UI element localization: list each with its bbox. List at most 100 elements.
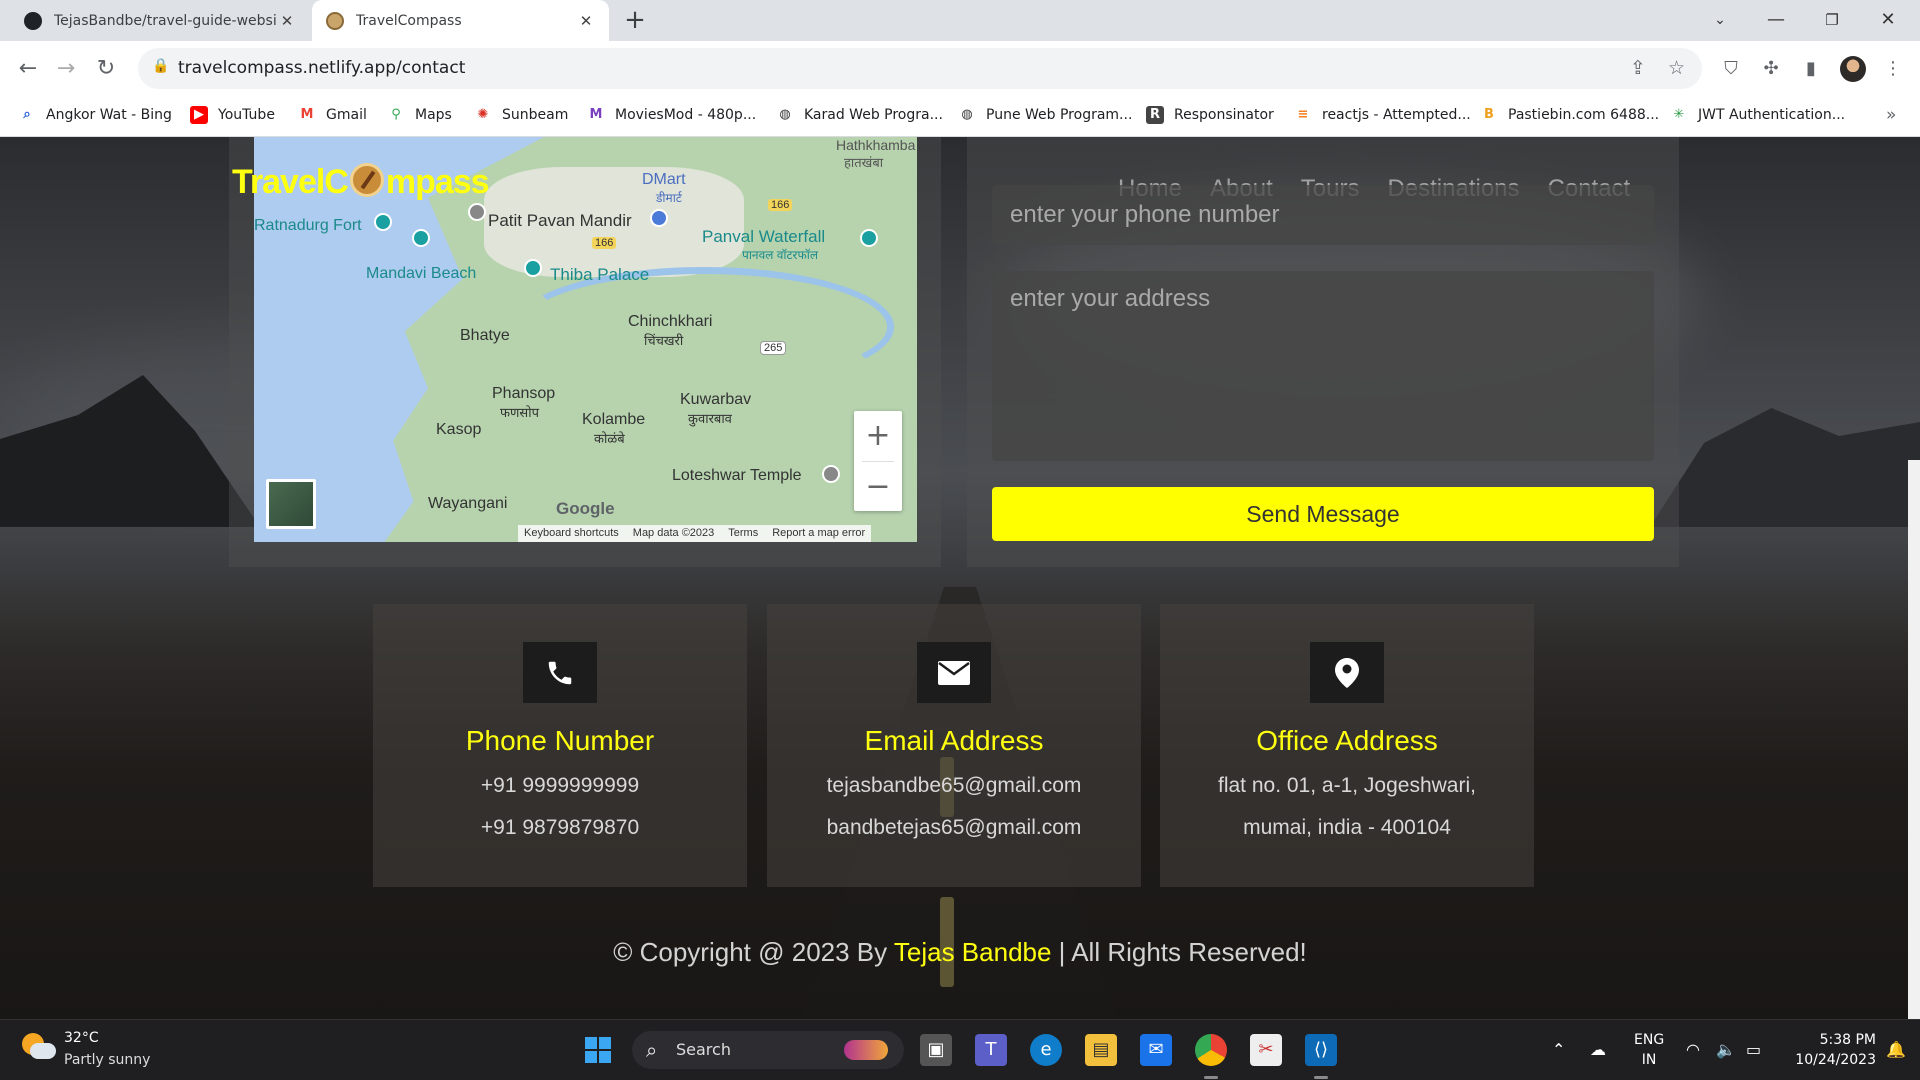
send-message-button[interactable]: Send Message: [992, 487, 1654, 541]
close-window-button[interactable]: ✕: [1860, 0, 1916, 41]
address-info-card: Office Address flat no. 01, a-1, Jogeshw…: [1160, 604, 1534, 887]
card-title: Phone Number: [465, 725, 655, 756]
wifi-icon[interactable]: ◠: [1686, 1040, 1700, 1059]
bookmark-item[interactable]: ≡ reactjs - Attempted...: [1294, 106, 1471, 124]
map-label: Wayangani: [428, 495, 508, 512]
lock-icon[interactable]: 🔒: [152, 58, 169, 78]
profile-avatar[interactable]: [1840, 56, 1866, 82]
active-app-indicator: [1204, 1076, 1218, 1079]
bing-search-icon: ⌕: [23, 107, 31, 122]
email-info-card: Email Address tejasbandbe65@gmail.com ba…: [767, 604, 1141, 887]
side-panel-icon[interactable]: ▮: [1798, 56, 1824, 82]
satellite-layer-toggle[interactable]: [266, 479, 316, 529]
bookmark-item[interactable]: ◍ Karad Web Progra...: [776, 106, 943, 124]
file-explorer-icon[interactable]: ▤: [1085, 1034, 1117, 1066]
map-pin-icon[interactable]: [650, 209, 668, 227]
youtube-icon: ▶: [190, 106, 208, 124]
clock[interactable]: 5:38 PM 10/24/2023: [1786, 1030, 1876, 1070]
bookmark-item[interactable]: R Responsinator: [1146, 106, 1274, 124]
envelope-icon: [917, 642, 991, 703]
close-tab-icon[interactable]: ✕: [278, 12, 296, 30]
more-bookmarks-icon[interactable]: »: [1886, 105, 1896, 125]
bookmark-item[interactable]: B Pastiebin.com 6488...: [1480, 106, 1659, 124]
map-pin-icon[interactable]: [468, 203, 486, 221]
map-label: हातखंबा: [844, 155, 884, 170]
active-app-indicator: [1314, 1076, 1328, 1079]
keyboard-shortcuts-link[interactable]: Keyboard shortcuts: [524, 525, 619, 542]
bookmark-item[interactable]: ✳ JWT Authentication...: [1670, 106, 1846, 124]
road-shield-label: 265: [760, 341, 787, 355]
back-arrow-icon[interactable]: ←: [12, 53, 44, 85]
map-pin-icon[interactable]: [822, 465, 840, 483]
gmail-icon: M: [300, 107, 314, 122]
address-line: flat no. 01, a-1, Jogeshwari,: [1218, 774, 1476, 797]
tab-github[interactable]: TejasBandbe/travel-guide-websi ✕: [10, 0, 310, 41]
bookmark-item[interactable]: ⚲ Maps: [387, 106, 452, 124]
report-map-error-link[interactable]: Report a map error: [772, 525, 865, 542]
zoom-in-button[interactable]: +: [854, 411, 902, 461]
language-indicator[interactable]: ENG IN: [1634, 1030, 1664, 1070]
map-pin-icon[interactable]: [524, 259, 542, 277]
weather-condition[interactable]: Partly sunny: [64, 1052, 150, 1068]
bookmark-item[interactable]: M Gmail: [298, 106, 367, 124]
phone-field[interactable]: [992, 185, 1654, 245]
edge-icon[interactable]: e: [1030, 1034, 1062, 1066]
teams-icon[interactable]: T: [975, 1034, 1007, 1066]
restore-button[interactable]: ❐: [1804, 0, 1860, 41]
notification-bell-icon[interactable]: 🔔: [1886, 1040, 1906, 1059]
bookmark-item[interactable]: ▶ YouTube: [190, 106, 275, 124]
weather-temp[interactable]: 32°C: [64, 1030, 99, 1046]
zoom-out-button[interactable]: −: [854, 462, 902, 512]
reload-icon[interactable]: ↻: [90, 53, 122, 85]
tab-travelcompass[interactable]: TravelCompass ✕: [312, 0, 609, 41]
map-label: Mandavi Beach: [366, 265, 477, 282]
card-title: Office Address: [1256, 725, 1438, 756]
google-logo: Google: [556, 499, 615, 518]
extensions-puzzle-icon[interactable]: ✣: [1758, 56, 1784, 82]
onedrive-icon[interactable]: ☁: [1590, 1040, 1606, 1059]
task-view-icon[interactable]: ▣: [920, 1034, 952, 1066]
weather-partly-sunny-icon[interactable]: [22, 1033, 56, 1063]
footer-copyright: © Copyright @ 2023 By Tejas Bandbe | All…: [613, 937, 1307, 967]
author-link[interactable]: Tejas Bandbe: [894, 937, 1052, 967]
battery-icon[interactable]: ▭: [1746, 1040, 1761, 1059]
bookmark-item[interactable]: ⌕ Angkor Wat - Bing: [18, 106, 172, 124]
globe-icon: ◍: [961, 107, 973, 122]
phone-info-card: Phone Number +91 9999999999 +91 98798798…: [373, 604, 747, 887]
forward-arrow-icon[interactable]: →: [50, 53, 82, 85]
terms-link[interactable]: Terms: [728, 525, 758, 542]
map-pin-icon[interactable]: [860, 229, 878, 247]
taskbar-search[interactable]: ⌕ Search: [632, 1031, 904, 1069]
site-logo[interactable]: TravelC mpass: [232, 163, 490, 202]
chevron-up-icon[interactable]: ⌃: [1552, 1040, 1565, 1059]
bookmark-item[interactable]: M MoviesMod - 480p...: [587, 106, 757, 124]
mail-icon[interactable]: ✉: [1140, 1034, 1172, 1066]
road-shield-label: 166: [592, 237, 617, 249]
address-bar[interactable]: 🔒 travelcompass.netlify.app/contact ⇪ ☆: [138, 48, 1702, 89]
map-attribution: Keyboard shortcuts Map data ©2023 Terms …: [518, 525, 872, 542]
share-icon[interactable]: ⇪: [1630, 57, 1646, 79]
snipping-tool-icon[interactable]: ✂: [1250, 1034, 1282, 1066]
close-tab-icon[interactable]: ✕: [577, 12, 595, 30]
new-tab-button[interactable]: +: [620, 6, 650, 36]
url-text[interactable]: travelcompass.netlify.app/contact: [178, 58, 465, 78]
bookmark-item[interactable]: ✺ Sunbeam: [474, 106, 569, 124]
bookmark-star-icon[interactable]: ☆: [1668, 57, 1685, 79]
bookmark-item[interactable]: ◍ Pune Web Program...: [958, 106, 1132, 124]
globe-icon: ◍: [779, 107, 791, 122]
map-label: फणसोप: [500, 405, 539, 420]
shield-extension-icon[interactable]: ⛉: [1718, 56, 1744, 82]
menu-kebab-icon[interactable]: ⋮: [1880, 56, 1906, 82]
minimize-button[interactable]: —: [1748, 0, 1804, 41]
start-button[interactable]: [582, 1034, 614, 1066]
vscode-icon[interactable]: ⟨⟩: [1305, 1034, 1337, 1066]
volume-icon[interactable]: 🔈: [1716, 1040, 1736, 1059]
page-scrollbar[interactable]: [1908, 460, 1920, 1019]
compass-favicon-icon: [326, 11, 344, 30]
map-label: Hathkhamba: [836, 137, 916, 153]
address-field[interactable]: [992, 271, 1654, 461]
map-pin-icon[interactable]: [374, 213, 392, 231]
chrome-icon[interactable]: [1195, 1034, 1227, 1066]
map-pin-icon[interactable]: [412, 229, 430, 247]
tab-search-icon[interactable]: ⌄: [1692, 0, 1748, 41]
